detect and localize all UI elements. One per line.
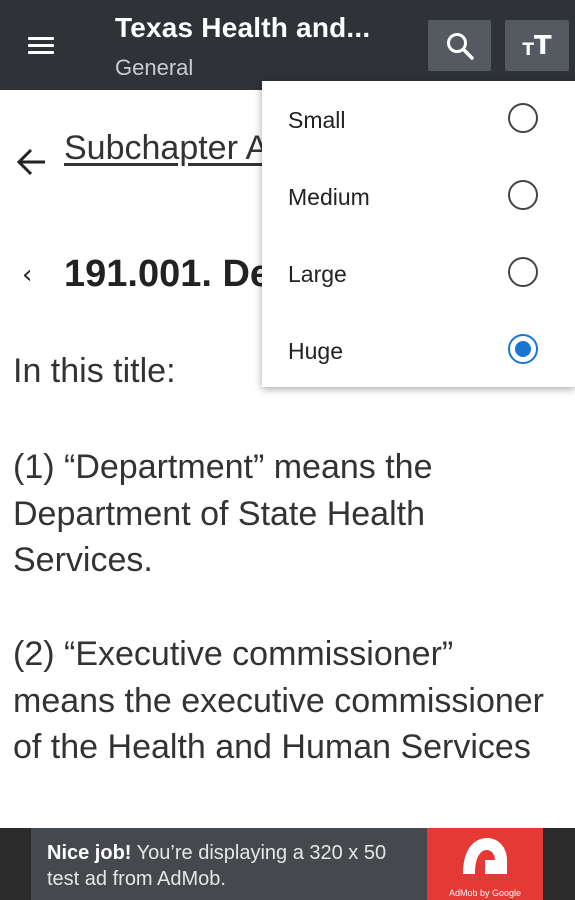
previous-section-chevron-icon[interactable]: ‹ (22, 260, 32, 290)
back-arrow-icon[interactable] (15, 145, 49, 179)
text-size-icon: TT (522, 30, 552, 61)
option-label: Medium (288, 184, 370, 210)
admob-logo[interactable]: AdMob by Google (427, 828, 543, 900)
app-bar: Texas Health and... General TT (0, 0, 575, 90)
app-title: Texas Health and... (115, 12, 371, 43)
option-label: Small (288, 107, 346, 133)
ad-text: Nice job! You’re displaying a 320 x 50 t… (47, 840, 417, 892)
text-size-option-large[interactable]: Large (262, 235, 575, 312)
definition-paragraph: (2) “Executive commissioner” means the e… (13, 635, 545, 766)
admob-logo-icon (463, 838, 507, 874)
option-label: Huge (288, 338, 343, 364)
ad-banner[interactable]: Nice job! You’re displaying a 320 x 50 t… (0, 828, 575, 900)
app-subtitle: General (115, 55, 194, 80)
definition-paragraph: (1) “Department” means the Department of… (13, 448, 433, 579)
ad-headline: Nice job! (47, 842, 132, 864)
radio-button[interactable] (508, 103, 538, 133)
search-icon (446, 32, 474, 60)
text-size-button[interactable]: TT (505, 20, 569, 71)
text-size-option-small[interactable]: Small (262, 81, 575, 158)
ad-content[interactable]: Nice job! You’re displaying a 320 x 50 t… (31, 828, 543, 900)
radio-button-selected[interactable] (508, 334, 538, 364)
text-size-option-medium[interactable]: Medium (262, 158, 575, 235)
search-button[interactable] (428, 20, 491, 71)
option-label: Large (288, 261, 347, 287)
ad-brand: AdMob by Google (448, 888, 522, 898)
text-size-option-huge[interactable]: Huge (262, 312, 575, 389)
radio-button[interactable] (508, 257, 538, 287)
radio-button[interactable] (508, 180, 538, 210)
hamburger-menu-icon[interactable] (20, 24, 68, 66)
text-size-menu: Small Medium Large Huge (262, 81, 575, 387)
